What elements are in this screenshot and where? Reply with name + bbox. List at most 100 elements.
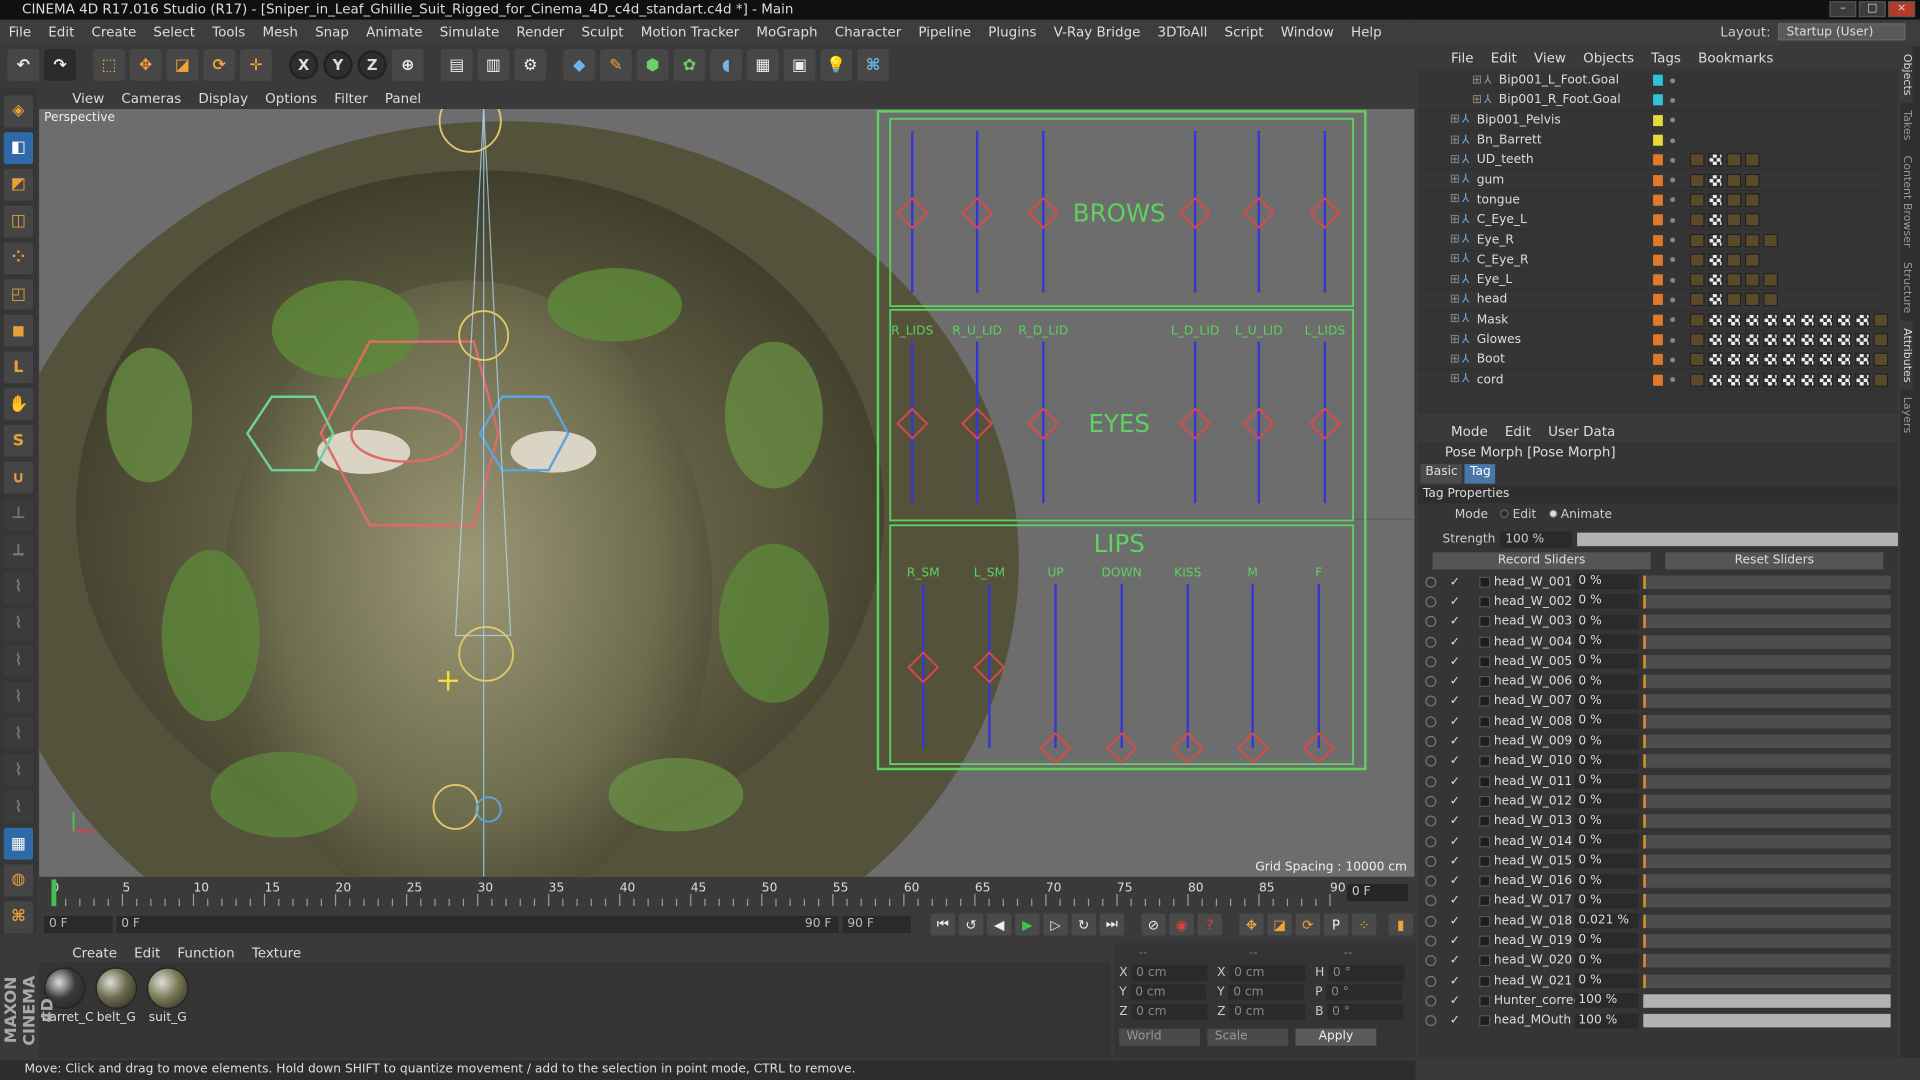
visibility-dot[interactable] [1670,197,1676,203]
expand-icon[interactable]: ⊞ [1450,153,1462,166]
enable-check-icon[interactable]: ✓ [1450,775,1460,788]
goto-start-icon[interactable]: ⏮ [930,913,956,936]
tag-icon[interactable] [1836,333,1852,347]
tag-icon[interactable] [1726,193,1742,207]
tag-icon[interactable] [1873,333,1889,347]
menu-animate[interactable]: Animate [358,24,432,40]
object-menu-tags[interactable]: Tags [1643,50,1690,66]
joint-tool-icon[interactable]: ⊥ [3,498,34,531]
tag-icon[interactable] [1726,253,1742,267]
animate-toggle-icon[interactable] [1425,995,1437,1007]
close-button[interactable]: × [1888,1,1916,18]
python-icon[interactable]: ⌘ [857,48,889,81]
viewport-menu-panel[interactable]: Panel [376,90,429,106]
morph-value-field[interactable]: 0 % [1574,933,1639,949]
tag-icon[interactable] [1744,372,1760,387]
expand-icon[interactable]: ⊞ [1472,94,1484,106]
next-frame-icon[interactable]: ▷ [1043,913,1068,936]
tag-icon[interactable] [1744,253,1760,267]
tag-icon[interactable] [1744,333,1760,347]
render-settings-icon[interactable]: ⚙ [514,48,547,81]
knife-tool-icon[interactable]: ⌇ [3,718,34,750]
attribute-menu-edit[interactable]: Edit [1496,423,1539,439]
material-suit-g[interactable]: suit_G [144,967,191,1025]
menu-tools[interactable]: Tools [204,24,254,40]
tag-icon[interactable] [1726,333,1742,347]
start-frame-field[interactable]: 0 F [44,915,113,934]
enable-check-icon[interactable]: ✓ [1450,575,1460,588]
tag-icon[interactable] [1855,372,1870,387]
morph-value-field[interactable]: 0 % [1574,634,1639,650]
morph-slider[interactable] [1643,734,1891,749]
animate-toggle-icon[interactable] [1425,835,1437,847]
tag-icon[interactable] [1689,313,1705,327]
morph-slider[interactable] [1643,834,1891,848]
tag-icon[interactable] [1781,333,1797,347]
viewport-menu-cameras[interactable]: Cameras [113,90,190,106]
render-view-icon[interactable]: ▤ [440,48,473,81]
subdivision-surface-icon[interactable]: ⬢ [636,48,669,81]
tag-icon[interactable] [1708,273,1723,287]
tag-icon[interactable] [1726,353,1742,367]
enable-check-icon[interactable]: ✓ [1450,615,1460,628]
side-tab-structure[interactable]: Structure [1900,254,1912,320]
coord-value-field[interactable]: 0 ° [1326,983,1403,1000]
key-pla-icon[interactable]: ⁘ [1351,913,1377,936]
morph-value-field[interactable]: 0 % [1574,774,1639,789]
animate-toggle-icon[interactable] [1425,755,1437,767]
object-menu-view[interactable]: View [1525,50,1574,66]
tag-icon[interactable] [1744,313,1760,327]
tag-icon[interactable] [1689,153,1705,167]
visibility-dot[interactable] [1670,177,1676,183]
menu-help[interactable]: Help [1342,24,1390,40]
morph-value-field[interactable]: 0 % [1574,893,1639,909]
goto-end-icon[interactable]: ⏭ [1099,913,1125,936]
coordinate-system-icon[interactable]: ⊕ [391,48,424,81]
prev-frame-icon[interactable]: ◀ [986,913,1012,936]
morph-slider[interactable] [1643,694,1891,709]
axis-mode-icon[interactable]: L [3,351,34,384]
enable-check-icon[interactable]: ✓ [1450,675,1460,688]
minimize-button[interactable]: – [1829,1,1857,18]
tag-icon[interactable] [1800,353,1815,367]
object-row-c-eye-l[interactable]: ⊞ ⅄ C_Eye_L [1417,211,1886,231]
visibility-dot[interactable] [1670,257,1676,263]
object-row-mask[interactable]: ⊞ ⅄ Mask [1417,310,1889,331]
object-name[interactable]: Mask [1477,313,1509,326]
object-row-eye-l[interactable]: ⊞ ⅄ Eye_L [1417,271,1886,291]
apply-button[interactable]: Apply [1295,1028,1377,1046]
x-axis-lock-button[interactable]: X [288,50,319,80]
redo-icon[interactable]: ↷ [44,48,76,81]
enable-check-icon[interactable]: ✓ [1450,894,1460,907]
visibility-dot[interactable] [1670,77,1676,83]
tag-icon[interactable] [1781,353,1797,367]
world-dropdown[interactable]: World [1119,1028,1201,1046]
rotate-icon[interactable]: ⟳ [203,48,236,81]
texture-mode-icon[interactable]: ◩ [3,168,34,201]
morph-slider[interactable] [1643,754,1891,769]
animate-toggle-icon[interactable] [1425,735,1437,747]
object-name[interactable]: Bn_Barrett [1477,134,1542,147]
grid-tool-icon[interactable]: ▦ [3,827,34,860]
tag-icon[interactable] [1689,193,1705,207]
end-frame-field[interactable]: 90 F [842,915,912,934]
menu-snap[interactable]: Snap [307,24,358,40]
coord-value-field[interactable]: 0 ° [1327,1003,1404,1020]
menu-edit[interactable]: Edit [40,24,83,40]
layout-dropdown[interactable]: Startup (User) [1777,23,1906,41]
visibility-dot[interactable] [1670,117,1676,123]
enable-check-icon[interactable]: ✓ [1450,755,1460,768]
extrude-tool-icon[interactable]: ⌇ [3,791,34,824]
menu-script[interactable]: Script [1216,24,1272,40]
tag-icon[interactable] [1855,313,1870,327]
expand-icon[interactable]: ⊞ [1450,333,1462,346]
animate-toggle-icon[interactable] [1425,875,1437,887]
tag-icon[interactable] [1708,213,1723,227]
enable-check-icon[interactable]: ✓ [1450,655,1460,668]
tag-icon[interactable] [1763,233,1778,247]
magnet-icon[interactable]: ∪ [3,461,34,494]
tag-icon[interactable] [1818,353,1834,367]
visibility-dot[interactable] [1670,237,1676,243]
object-row-cord[interactable]: ⊞ ⅄ cord [1417,370,1889,391]
strength-slider[interactable] [1576,532,1898,546]
